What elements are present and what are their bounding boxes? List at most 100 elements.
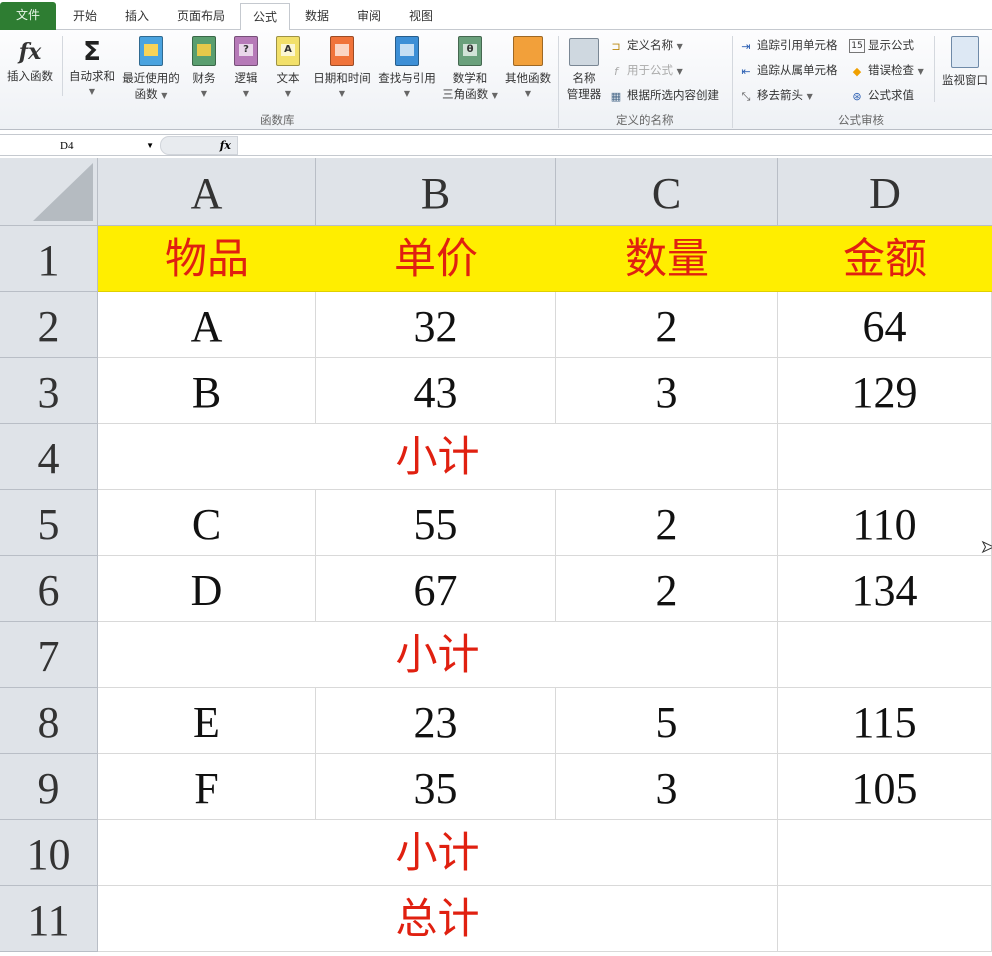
- row-header-4[interactable]: 4: [0, 424, 98, 490]
- amount-cell[interactable]: 110: [778, 490, 992, 556]
- subtotal-label-cell[interactable]: 小计: [98, 622, 778, 688]
- qty-cell[interactable]: 2: [556, 556, 778, 622]
- amount-cell[interactable]: 105: [778, 754, 992, 820]
- price-cell[interactable]: 23: [316, 688, 556, 754]
- insert-function-fx-button[interactable]: fx: [160, 136, 238, 155]
- tab-home[interactable]: 开始: [60, 3, 110, 30]
- tab-formulas[interactable]: 公式: [240, 3, 290, 31]
- recent-functions-button[interactable]: 最近使用的 函数 ▼: [120, 34, 182, 104]
- select-all-button[interactable]: [0, 158, 98, 226]
- price-cell[interactable]: 32: [316, 292, 556, 358]
- column-header-b[interactable]: B: [316, 158, 556, 226]
- tab-review[interactable]: 审阅: [344, 3, 394, 30]
- trace-precedents-button[interactable]: ⇥ 追踪引用单元格: [738, 37, 837, 53]
- fx-icon: fx: [18, 39, 42, 65]
- amount-cell[interactable]: [778, 622, 992, 688]
- amount-cell[interactable]: [778, 886, 992, 952]
- header-cell-qty[interactable]: 数量: [556, 226, 778, 292]
- chevron-down-icon: ▼: [676, 67, 683, 76]
- price-cell[interactable]: 43: [316, 358, 556, 424]
- item-cell[interactable]: B: [98, 358, 316, 424]
- qty-cell[interactable]: 3: [556, 754, 778, 820]
- item-cell[interactable]: C: [98, 490, 316, 556]
- amount-cell[interactable]: 134: [778, 556, 992, 622]
- chevron-down-icon[interactable]: ▼: [146, 137, 154, 155]
- amount-cell[interactable]: 115: [778, 688, 992, 754]
- subtotal-label-cell[interactable]: 小计: [98, 820, 778, 886]
- item-cell[interactable]: A: [98, 292, 316, 358]
- row-header-6[interactable]: 6: [0, 556, 98, 622]
- header-cell-item[interactable]: 物品: [98, 226, 316, 292]
- qty-cell[interactable]: 3: [556, 358, 778, 424]
- item-cell[interactable]: F: [98, 754, 316, 820]
- watch-window-button[interactable]: 监视窗口: [938, 36, 992, 88]
- formula-input[interactable]: [240, 136, 990, 155]
- header-cell-price[interactable]: 单价: [316, 226, 556, 292]
- qty-cell[interactable]: 2: [556, 490, 778, 556]
- remove-arrows-button[interactable]: ⤡ 移去箭头 ▼: [738, 87, 813, 105]
- subtotal-label-cell[interactable]: 小计: [98, 424, 778, 490]
- qty-cell[interactable]: 2: [556, 292, 778, 358]
- use-in-formula-button[interactable]: f 用于公式 ▼: [608, 62, 683, 80]
- column-header-c[interactable]: C: [556, 158, 778, 226]
- tab-file[interactable]: 文件: [0, 2, 56, 30]
- chevron-down-icon: ▼: [676, 42, 683, 51]
- row-header-3[interactable]: 3: [0, 358, 98, 424]
- insert-function-button[interactable]: fx 插入函数: [2, 36, 58, 84]
- tab-page-layout[interactable]: 页面布局: [166, 3, 236, 30]
- error-checking-label: 错误检查: [868, 63, 914, 77]
- math-trig-button[interactable]: θ 数学和 三角函数 ▼: [440, 34, 500, 104]
- name-manager-label-2: 管理器: [566, 87, 602, 101]
- total-label-cell[interactable]: 总计: [98, 886, 778, 952]
- item-cell[interactable]: E: [98, 688, 316, 754]
- item-cell[interactable]: D: [98, 556, 316, 622]
- trace-precedents-icon: ⇥: [741, 39, 751, 53]
- row-header-1[interactable]: 1: [0, 226, 98, 292]
- row-header-9[interactable]: 9: [0, 754, 98, 820]
- tab-insert[interactable]: 插入: [112, 3, 162, 30]
- tab-data[interactable]: 数据: [292, 3, 342, 30]
- column-header-d[interactable]: D: [778, 158, 992, 226]
- text-button[interactable]: A 文本 ▼: [270, 34, 306, 102]
- qty-cell[interactable]: 5: [556, 688, 778, 754]
- financial-button[interactable]: 财务 ▼: [186, 34, 222, 102]
- error-checking-button[interactable]: ◆ 错误检查 ▼: [849, 62, 924, 80]
- row-header-2[interactable]: 2: [0, 292, 98, 358]
- book-text-icon: A: [276, 36, 300, 66]
- price-cell[interactable]: 67: [316, 556, 556, 622]
- amount-cell[interactable]: [778, 424, 992, 490]
- more-functions-button[interactable]: 其他函数 ▼: [502, 34, 554, 102]
- column-header-a[interactable]: A: [98, 158, 316, 226]
- warning-icon: ◆: [852, 64, 862, 78]
- amount-cell[interactable]: [778, 820, 992, 886]
- price-cell[interactable]: 35: [316, 754, 556, 820]
- create-from-selection-button[interactable]: ▦ 根据所选内容创建: [608, 87, 719, 103]
- name-manager-label-1: 名称: [572, 71, 596, 85]
- name-manager-button[interactable]: 名称 管理器: [562, 38, 606, 102]
- amount-cell[interactable]: 129: [778, 358, 992, 424]
- row-header-5[interactable]: 5: [0, 490, 98, 556]
- fx-icon: fx: [219, 139, 231, 152]
- trace-dependents-button[interactable]: ⇤ 追踪从属单元格: [738, 62, 838, 78]
- show-formulas-button[interactable]: 15 显示公式: [849, 37, 914, 53]
- books-more-icon: [513, 36, 543, 66]
- price-cell[interactable]: 55: [316, 490, 556, 556]
- lookup-label: 查找与引用: [378, 71, 436, 85]
- datetime-button[interactable]: 日期和时间 ▼: [310, 34, 374, 102]
- tab-view[interactable]: 视图: [396, 3, 446, 30]
- row-header-7[interactable]: 7: [0, 622, 98, 688]
- logical-button[interactable]: ? 逻辑 ▼: [228, 34, 264, 102]
- book-math-icon: θ: [458, 36, 482, 66]
- row-header-8[interactable]: 8: [0, 688, 98, 754]
- trace-dependents-label: 追踪从属单元格: [757, 63, 838, 77]
- header-cell-amount[interactable]: 金额: [778, 226, 992, 292]
- name-box[interactable]: D4 ▼: [2, 137, 158, 155]
- row-header-10[interactable]: 10: [0, 820, 98, 886]
- evaluate-formula-button[interactable]: ⊛ 公式求值: [849, 87, 914, 103]
- lookup-button[interactable]: 查找与引用 ▼: [376, 34, 438, 102]
- amount-cell[interactable]: 64: [778, 292, 992, 358]
- book-recent-icon: [139, 36, 163, 66]
- define-name-button[interactable]: ⊐ 定义名称 ▼: [608, 37, 683, 55]
- autosum-button[interactable]: Σ 自动求和 ▼: [64, 36, 120, 100]
- row-header-11[interactable]: 11: [0, 886, 98, 952]
